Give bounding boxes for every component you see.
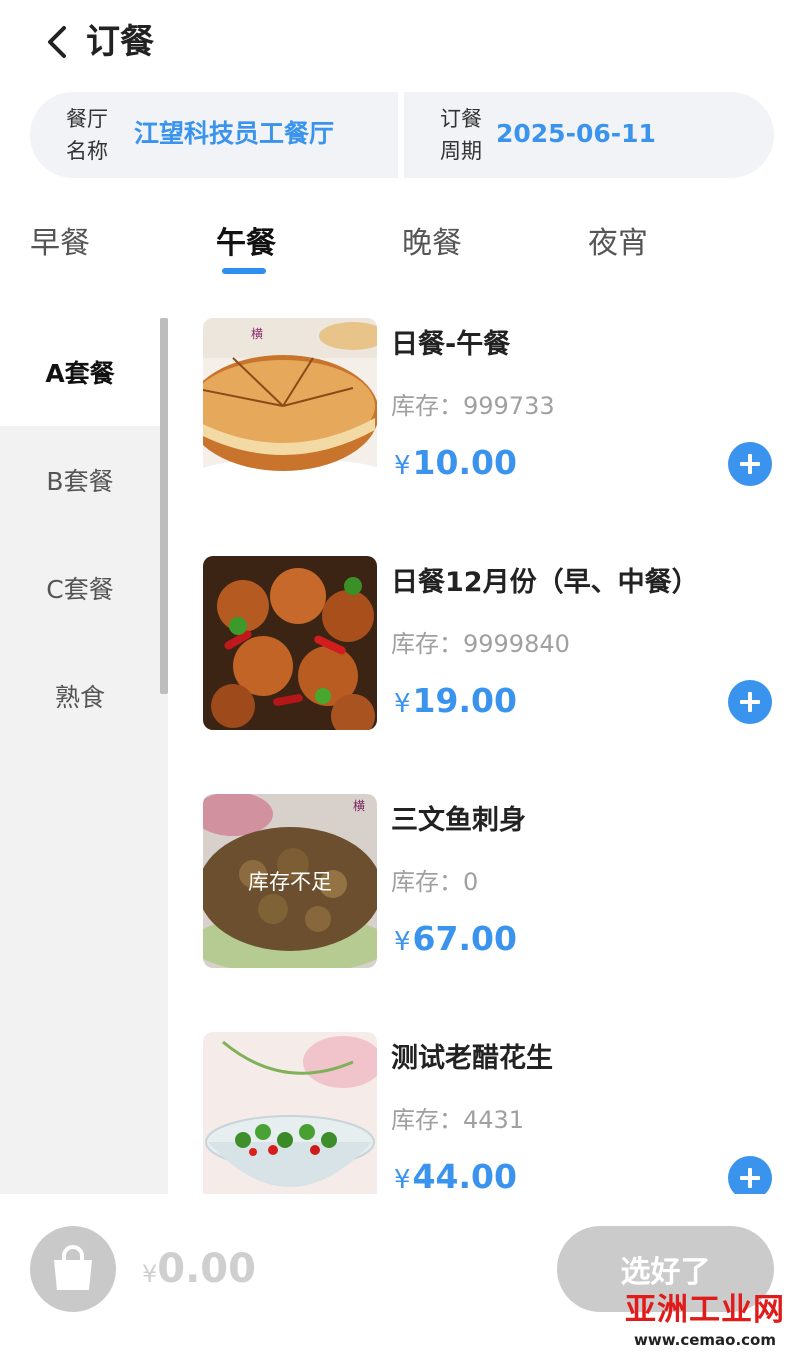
total-currency: ¥ (142, 1260, 158, 1288)
category-c-set[interactable]: C套餐 (0, 534, 160, 642)
page-title: 订餐 (86, 22, 154, 62)
pepper-bowl-dish-image (203, 1032, 377, 1194)
product-stock: 库存：999733 (391, 392, 555, 420)
watermark-text: 亚洲工业网 (625, 1292, 785, 1328)
svg-text:横: 横 (251, 327, 263, 341)
info-divider (398, 92, 404, 178)
product-stock: 库存：9999840 (391, 630, 570, 658)
chevron-left-icon (48, 26, 66, 58)
price-currency: ¥ (394, 927, 411, 957)
price-amount: 19.00 (412, 681, 517, 720)
category-deli[interactable]: 熟食 (0, 642, 160, 750)
price-amount: 10.00 (412, 443, 517, 482)
product-stock: 库存：4431 (391, 1106, 525, 1134)
add-to-cart-button[interactable] (728, 442, 772, 486)
restaurant-label-2: 名称 (66, 139, 108, 163)
back-button[interactable] (40, 22, 76, 62)
price-currency: ¥ (394, 1165, 411, 1194)
restaurant-label: 餐厅 (66, 107, 108, 131)
pancake-dish-image: 横 (203, 318, 377, 492)
order-period-value: 2025-06-11 (496, 119, 656, 148)
product-price: ¥67.00 (394, 916, 517, 968)
product-name: 日餐-午餐 (391, 329, 511, 360)
out-of-stock-badge: 库存不足 (203, 794, 377, 968)
tab-dinner[interactable]: 晚餐 (402, 222, 462, 266)
spicy-chicken-dish-image (203, 556, 377, 730)
category-sidebar: A套餐 B套餐 C套餐 熟食 (0, 318, 168, 1194)
sidebar-scrollbar[interactable] (160, 318, 168, 694)
product-name: 测试老醋花生 (391, 1043, 553, 1074)
price-currency: ¥ (394, 451, 411, 481)
restaurant-name: 江望科技员工餐厅 (134, 119, 335, 148)
list-item[interactable]: 测试老醋花生 库存：4431 ¥44.00 (168, 1032, 800, 1194)
add-to-cart-button[interactable] (728, 1156, 772, 1194)
period-label-2: 周期 (440, 139, 482, 163)
price-currency: ¥ (394, 689, 411, 719)
list-item[interactable]: 横 日餐-午餐 库存：999733 ¥10.00 (168, 318, 800, 556)
shopping-bag-icon (54, 1245, 92, 1290)
header-bar: 订餐 (0, 0, 800, 88)
tab-breakfast[interactable]: 早餐 (30, 222, 90, 266)
tab-late-night[interactable]: 夜宵 (588, 222, 648, 266)
product-list[interactable]: 横 日餐-午餐 库存：999733 ¥10.00 日餐12月份（早、中餐） 库存… (168, 318, 800, 1194)
category-a-set[interactable]: A套餐 (0, 318, 160, 426)
cart-button[interactable] (30, 1226, 116, 1312)
product-price: ¥19.00 (394, 678, 517, 730)
watermark-url: www.cemao.com (634, 1331, 776, 1349)
tab-lunch[interactable]: 午餐 (216, 222, 276, 266)
nut-brittle-dish-image: 横 库存不足 (203, 794, 377, 968)
period-label: 订餐 (440, 107, 482, 131)
watermark-logo: 亚洲工业网 www.cemao.com (612, 1290, 798, 1354)
price-amount: 67.00 (412, 919, 517, 958)
product-name: 日餐12月份（早、中餐） (391, 567, 699, 598)
list-item[interactable]: 日餐12月份（早、中餐） 库存：9999840 ¥19.00 (168, 556, 800, 794)
product-stock: 库存：0 (391, 868, 479, 896)
product-name: 三文鱼刺身 (391, 805, 526, 836)
price-amount: 44.00 (412, 1157, 517, 1194)
total-amount: 0.00 (157, 1246, 256, 1292)
add-to-cart-button[interactable] (728, 680, 772, 724)
cart-total: ¥0.00 (142, 1244, 256, 1302)
category-b-set[interactable]: B套餐 (0, 426, 160, 534)
list-item[interactable]: 横 库存不足 三文鱼刺身 库存：0 ¥67.00 (168, 794, 800, 1032)
product-price: ¥44.00 (394, 1154, 517, 1194)
product-price: ¥10.00 (394, 440, 517, 492)
active-tab-indicator (222, 268, 266, 274)
